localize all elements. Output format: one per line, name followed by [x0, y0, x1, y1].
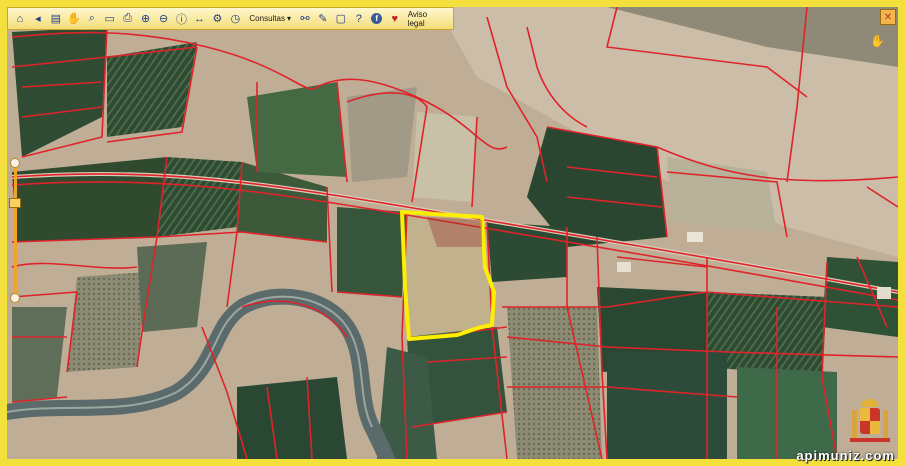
- field: [347, 87, 417, 182]
- help-icon[interactable]: ?: [351, 11, 367, 27]
- field: [247, 82, 347, 177]
- field: [12, 157, 167, 242]
- map-toolbar: ⌂ ◂ ▤ ✋ ⌕ ▭ ⎙ ⊕ ⊖ ⓘ ↔ ⚙ ◷ Consultas ▾ ⚯ …: [7, 7, 454, 30]
- aviso-legal-link[interactable]: Aviso legal: [405, 10, 449, 28]
- search-icon[interactable]: ⌕: [84, 11, 100, 27]
- building: [877, 287, 891, 299]
- close-icon[interactable]: ✕: [880, 9, 896, 25]
- home-icon[interactable]: ⌂: [12, 11, 28, 27]
- zoom-track: [14, 158, 17, 303]
- zoom-in-icon[interactable]: ⊕: [138, 11, 154, 27]
- cursor-hand-icon: ✋: [870, 34, 885, 48]
- building: [617, 262, 631, 272]
- window-icon[interactable]: ▢: [333, 11, 349, 27]
- consultas-label: Consultas: [249, 14, 285, 23]
- coat-of-arms-logo: [850, 398, 890, 442]
- field: [137, 242, 207, 332]
- facebook-icon: f: [371, 13, 383, 24]
- zoom-out-knob[interactable]: [10, 293, 20, 303]
- back-icon[interactable]: ◂: [30, 11, 46, 27]
- field: [237, 377, 347, 459]
- field: [412, 112, 477, 202]
- zoom-handle[interactable]: [9, 198, 21, 208]
- map-viewport[interactable]: [7, 7, 898, 459]
- field: [157, 157, 242, 237]
- watermark: apimuniz.com: [796, 448, 895, 463]
- hand-icon[interactable]: ✋: [66, 11, 82, 27]
- gear-icon[interactable]: ⚙: [209, 11, 225, 27]
- measure-icon[interactable]: ↔: [192, 11, 208, 27]
- facebook-button[interactable]: f: [369, 11, 385, 27]
- field: [337, 207, 407, 297]
- zoom-out-icon[interactable]: ⊖: [156, 11, 172, 27]
- zoom-in-knob[interactable]: [10, 158, 20, 168]
- consultas-menu[interactable]: Consultas ▾: [245, 14, 295, 23]
- field: [507, 307, 602, 459]
- zoom-slider[interactable]: [9, 158, 21, 303]
- print-icon[interactable]: ⎙: [120, 11, 136, 27]
- clock-icon[interactable]: ◷: [227, 11, 243, 27]
- folder-icon[interactable]: ▭: [102, 11, 118, 27]
- map-canvas[interactable]: [7, 7, 898, 459]
- pencil-icon[interactable]: ✎: [315, 11, 331, 27]
- building: [687, 232, 703, 242]
- field: [607, 352, 727, 459]
- binoculars-icon[interactable]: ⚯: [297, 11, 313, 27]
- field: [67, 272, 147, 372]
- heart-icon[interactable]: ♥: [387, 11, 403, 27]
- chevron-down-icon: ▾: [286, 14, 291, 23]
- layers-icon[interactable]: ▤: [48, 11, 64, 27]
- info-icon[interactable]: ⓘ: [174, 11, 190, 27]
